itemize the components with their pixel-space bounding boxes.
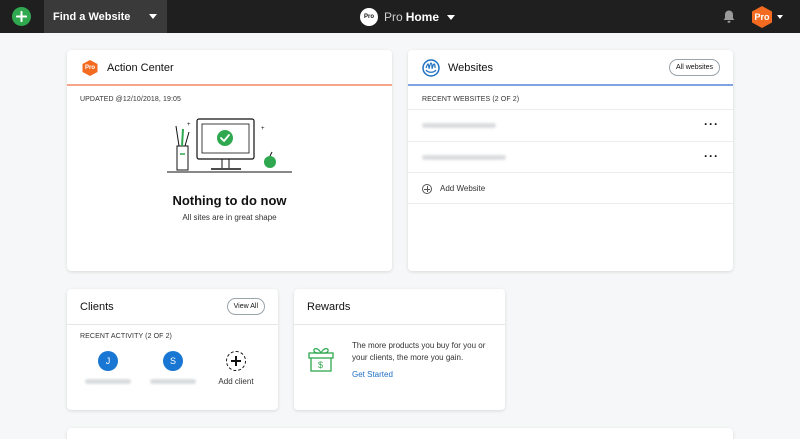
website-globe-icon xyxy=(422,59,440,77)
bottom-card xyxy=(67,428,733,439)
add-client-icon xyxy=(226,351,246,371)
chevron-down-icon[interactable] xyxy=(777,15,783,19)
top-bar: Find a Website Pro Pro Home Pro xyxy=(0,0,800,33)
add-website-label: Add Website xyxy=(440,184,486,193)
websites-title: Websites xyxy=(448,62,494,74)
svg-text:+: + xyxy=(261,126,265,132)
rewards-title: Rewards xyxy=(307,301,351,313)
pro-home-switcher[interactable]: Pro Pro Home xyxy=(360,7,456,27)
empty-state-heading: Nothing to do now xyxy=(172,193,287,208)
website-row[interactable]: ··· xyxy=(408,141,733,173)
client-name-redacted xyxy=(150,379,196,384)
websites-header: Websites All websites xyxy=(408,50,733,86)
website-row[interactable]: ··· xyxy=(408,109,733,141)
recent-activity-label: RECENT ACTIVITY (2 OF 2) xyxy=(80,333,172,340)
add-button[interactable] xyxy=(12,7,31,26)
action-center-title: Action Center xyxy=(107,62,174,74)
chevron-down-icon xyxy=(149,14,157,19)
view-all-button[interactable]: View All xyxy=(226,298,265,315)
svg-text:$: $ xyxy=(318,360,323,370)
website-domain-redacted xyxy=(422,123,496,128)
pro-badge-label: Pro xyxy=(84,65,95,71)
clients-card: Clients View All RECENT ACTIVITY (2 OF 2… xyxy=(67,289,278,410)
rewards-card: Rewards $ The more products you buy for … xyxy=(294,289,505,410)
get-started-link[interactable]: Get Started xyxy=(352,370,393,379)
account-avatar-label: Pro xyxy=(754,12,770,22)
svg-text:+: + xyxy=(187,122,191,128)
more-options-icon[interactable]: ··· xyxy=(704,118,719,130)
bell-icon[interactable] xyxy=(722,9,736,24)
brand-home-text: Home xyxy=(405,10,440,24)
account-avatar[interactable]: Pro xyxy=(750,5,774,29)
client-avatar: J xyxy=(98,351,118,371)
empty-state-subtext: All sites are in great shape xyxy=(182,213,277,222)
add-website-button[interactable]: Add Website xyxy=(408,172,733,204)
find-website-dropdown[interactable]: Find a Website xyxy=(44,0,167,33)
add-client-button[interactable]: Add client xyxy=(211,351,261,386)
rewards-description: The more products you buy for you or you… xyxy=(352,341,486,362)
client-name-redacted xyxy=(85,379,131,384)
websites-card: Websites All websites RECENT WEBSITES (2… xyxy=(408,50,733,271)
clients-header: Clients View All xyxy=(67,289,278,325)
recent-websites-label: RECENT WEBSITES (2 OF 2) xyxy=(422,96,520,103)
plus-icon xyxy=(16,11,27,22)
pro-badge-icon: Pro xyxy=(81,59,99,77)
computer-checkmark-illustration: + + xyxy=(167,118,292,173)
website-domain-redacted xyxy=(422,155,506,160)
more-options-icon[interactable]: ··· xyxy=(704,150,719,162)
brand-pro-text: Pro xyxy=(384,10,403,24)
action-center-header: Pro Action Center xyxy=(67,50,392,86)
client-item[interactable]: S xyxy=(148,351,198,384)
client-item[interactable]: J xyxy=(83,351,133,384)
updated-timestamp: UPDATED @12/10/2018, 19:05 xyxy=(80,96,182,103)
add-client-label: Add client xyxy=(218,377,254,386)
rewards-header: Rewards xyxy=(294,289,505,325)
clients-title: Clients xyxy=(80,301,114,313)
all-websites-button[interactable]: All websites xyxy=(669,59,720,76)
chevron-down-icon xyxy=(447,14,456,20)
plus-circle-icon xyxy=(422,184,432,194)
action-center-card: Pro Action Center UPDATED @12/10/2018, 1… xyxy=(67,50,392,271)
pro-logo-icon: Pro xyxy=(360,8,378,26)
gift-box-icon: $ xyxy=(308,348,334,372)
client-avatar: S xyxy=(163,351,183,371)
find-website-label: Find a Website xyxy=(53,10,131,23)
